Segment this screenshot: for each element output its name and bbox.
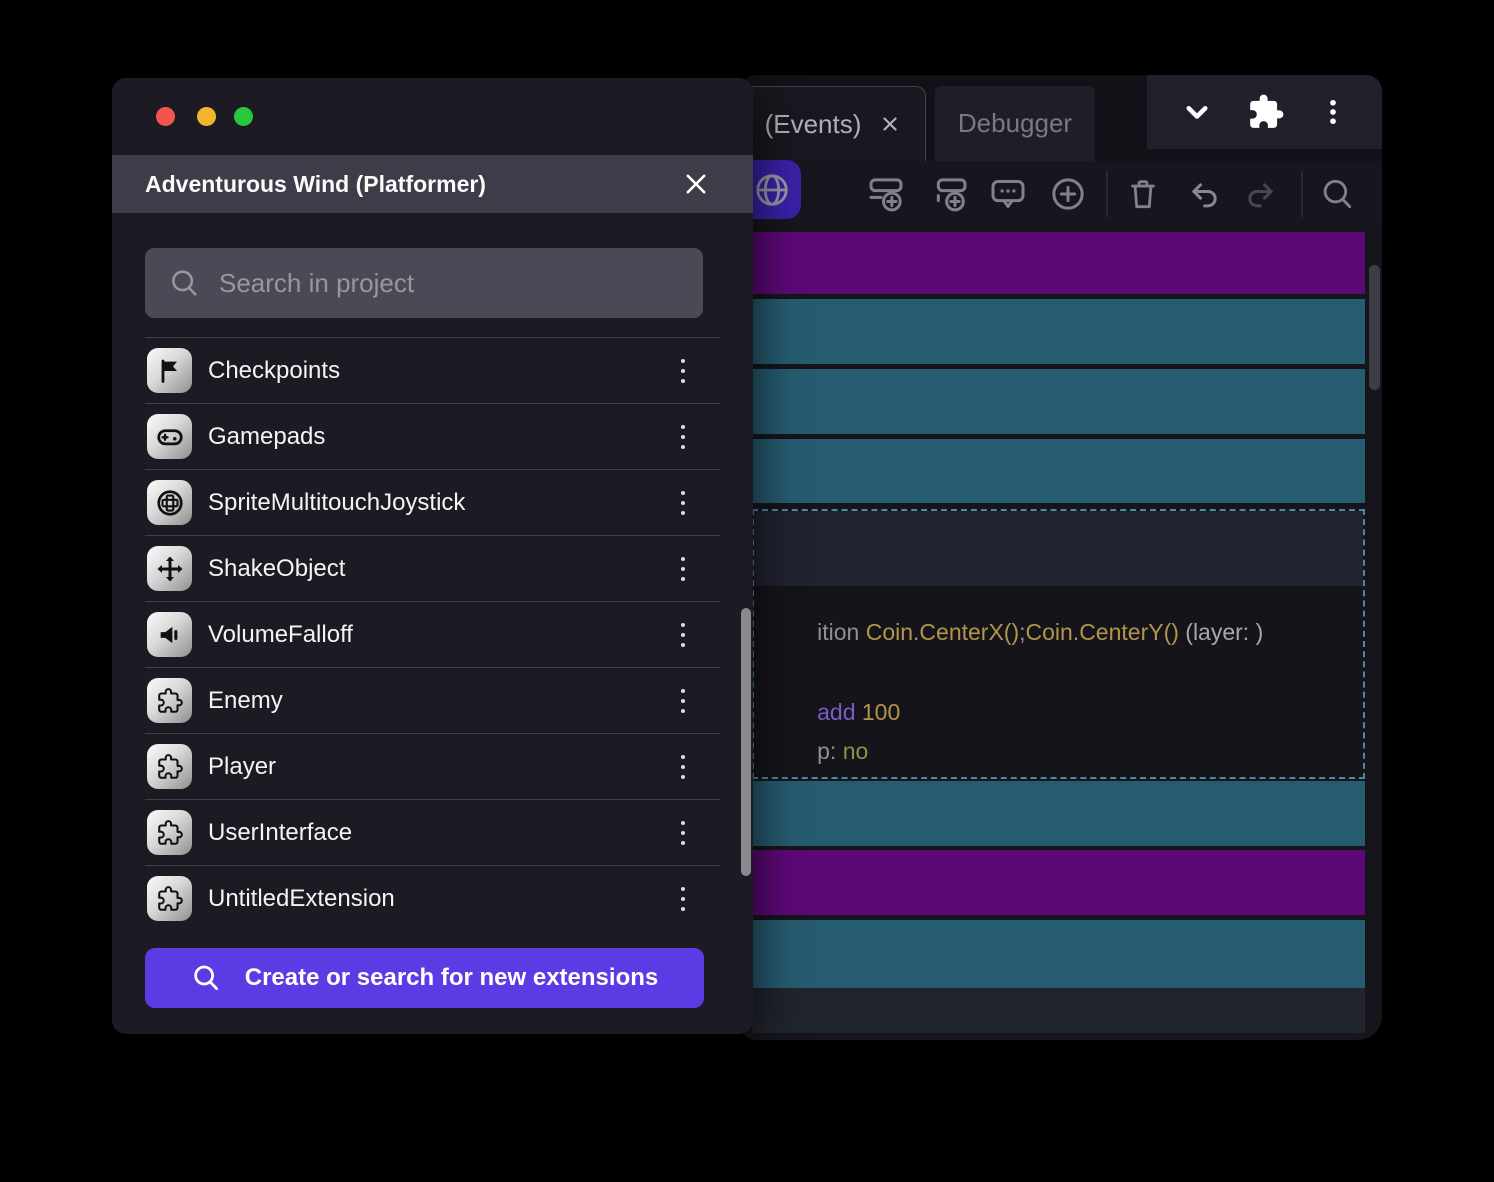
- extension-label: Gamepads: [208, 422, 326, 450]
- item-menu-button[interactable]: [665, 349, 701, 393]
- item-menu-button[interactable]: [665, 415, 701, 459]
- search-icon: [172, 270, 197, 296]
- extension-label: VolumeFalloff: [208, 620, 353, 648]
- events-scrollbar[interactable]: [1369, 265, 1380, 390]
- add-subevent-icon[interactable]: [930, 174, 970, 214]
- tab-events[interactable]: (Events): [740, 86, 926, 161]
- dialog-scrollbar[interactable]: [741, 608, 751, 876]
- undo-icon[interactable]: [1183, 174, 1223, 214]
- tab-debugger[interactable]: Debugger: [935, 86, 1095, 161]
- extension-label: UntitledExtension: [208, 884, 395, 912]
- toolbar-divider: [1106, 171, 1108, 217]
- minimize-traffic-light[interactable]: [197, 107, 216, 126]
- add-comment-icon[interactable]: [988, 174, 1028, 214]
- event-conditions-area[interactable]: [754, 511, 1363, 586]
- flag-icon: [147, 348, 192, 393]
- redo-icon[interactable]: [1242, 174, 1282, 214]
- dialog-header: Adventurous Wind (Platformer): [112, 155, 753, 213]
- add-circle-icon[interactable]: [1048, 174, 1088, 214]
- move-arrows-icon: [147, 546, 192, 591]
- item-menu-button[interactable]: [665, 679, 701, 723]
- event-row[interactable]: [752, 369, 1365, 434]
- item-menu-button[interactable]: [665, 547, 701, 591]
- kebab-menu-icon[interactable]: [1316, 95, 1350, 129]
- item-menu-button[interactable]: [665, 745, 701, 789]
- list-item-gamepads[interactable]: Gamepads: [145, 403, 720, 469]
- param-value: no: [842, 738, 869, 764]
- globe-icon: [756, 173, 788, 206]
- item-menu-button[interactable]: [665, 811, 701, 855]
- puzzle-icon: [147, 810, 192, 855]
- dialog-title: Adventurous Wind (Platformer): [145, 170, 486, 197]
- param-label: p:: [817, 738, 837, 764]
- event-action-line[interactable]: p: no: [766, 711, 868, 792]
- puzzle-icon: [147, 678, 192, 723]
- search-input[interactable]: [219, 267, 679, 299]
- item-menu-button[interactable]: [665, 481, 701, 525]
- list-item-shakeobject[interactable]: ShakeObject: [145, 535, 720, 601]
- search-icon[interactable]: [1318, 175, 1356, 213]
- list-item-checkpoints[interactable]: Checkpoints: [145, 337, 720, 403]
- event-row[interactable]: [752, 439, 1365, 503]
- empty-events-area[interactable]: [752, 988, 1365, 1033]
- tab-debugger-label: Debugger: [957, 108, 1073, 138]
- trash-icon[interactable]: [1124, 175, 1162, 213]
- list-item-player[interactable]: Player: [145, 733, 720, 799]
- search-icon: [193, 965, 218, 990]
- create-extension-label: Create or search for new extensions: [244, 964, 659, 991]
- expression: Coin.CenterX(): [865, 619, 1020, 645]
- event-row[interactable]: [752, 781, 1365, 846]
- extension-label: Enemy: [208, 686, 283, 714]
- extension-label: SpriteMultitouchJoystick: [208, 488, 466, 516]
- puzzle-icon: [147, 876, 192, 921]
- extension-label: Checkpoints: [208, 356, 341, 384]
- event-row[interactable]: [752, 920, 1365, 988]
- speaker-icon: [147, 612, 192, 657]
- event-row[interactable]: [752, 232, 1365, 294]
- layer-param: (layer: ): [1185, 619, 1264, 645]
- toolbar-divider: [1301, 171, 1303, 217]
- list-item-enemy[interactable]: Enemy: [145, 667, 720, 733]
- event-action-line[interactable]: ition Coin.CenterX();Coin.CenterY() (lay…: [766, 592, 1263, 673]
- event-row[interactable]: [752, 850, 1365, 915]
- puzzle-icon: [147, 744, 192, 789]
- events-editor-window: (Events) Debugger ition Coin.CenterX();C…: [740, 75, 1382, 1040]
- extension-label: Player: [208, 752, 277, 780]
- list-item-spritemultitouchjoystick[interactable]: SpriteMultitouchJoystick: [145, 469, 720, 535]
- extensions-dialog: Adventurous Wind (Platformer) Checkpoint…: [112, 78, 753, 1034]
- action-text: ition: [817, 619, 860, 645]
- window-controls-panel: [1147, 75, 1382, 149]
- list-item-userinterface[interactable]: UserInterface: [145, 799, 720, 865]
- gamepad-icon: [147, 414, 192, 459]
- item-menu-button[interactable]: [665, 877, 701, 921]
- events-toolbar: [740, 160, 1382, 227]
- list-item-untitledextension[interactable]: UntitledExtension: [145, 865, 720, 931]
- event-row[interactable]: [752, 299, 1365, 364]
- list-item-volumefalloff[interactable]: VolumeFalloff: [145, 601, 720, 667]
- project-search-box: [145, 248, 703, 318]
- add-event-icon[interactable]: [866, 174, 906, 214]
- close-icon[interactable]: [682, 170, 710, 198]
- create-extension-button[interactable]: Create or search for new extensions: [145, 948, 704, 1008]
- selected-event-block[interactable]: ition Coin.CenterX();Coin.CenterY() (lay…: [752, 509, 1365, 779]
- item-menu-button[interactable]: [665, 613, 701, 657]
- chevron-down-icon[interactable]: [1179, 94, 1215, 130]
- tab-bar: (Events) Debugger: [740, 75, 1382, 161]
- joystick-icon: [147, 480, 192, 525]
- extension-label: ShakeObject: [208, 554, 346, 582]
- zoom-traffic-light[interactable]: [234, 107, 253, 126]
- expression: Coin.CenterY(): [1025, 619, 1179, 645]
- events-sheet: ition Coin.CenterX();Coin.CenterY() (lay…: [740, 227, 1382, 1040]
- extension-label: UserInterface: [208, 818, 353, 846]
- tab-close-icon[interactable]: [879, 113, 901, 135]
- close-traffic-light[interactable]: [156, 107, 175, 126]
- puzzle-icon[interactable]: [1247, 93, 1285, 131]
- tab-events-label: (Events): [764, 108, 862, 139]
